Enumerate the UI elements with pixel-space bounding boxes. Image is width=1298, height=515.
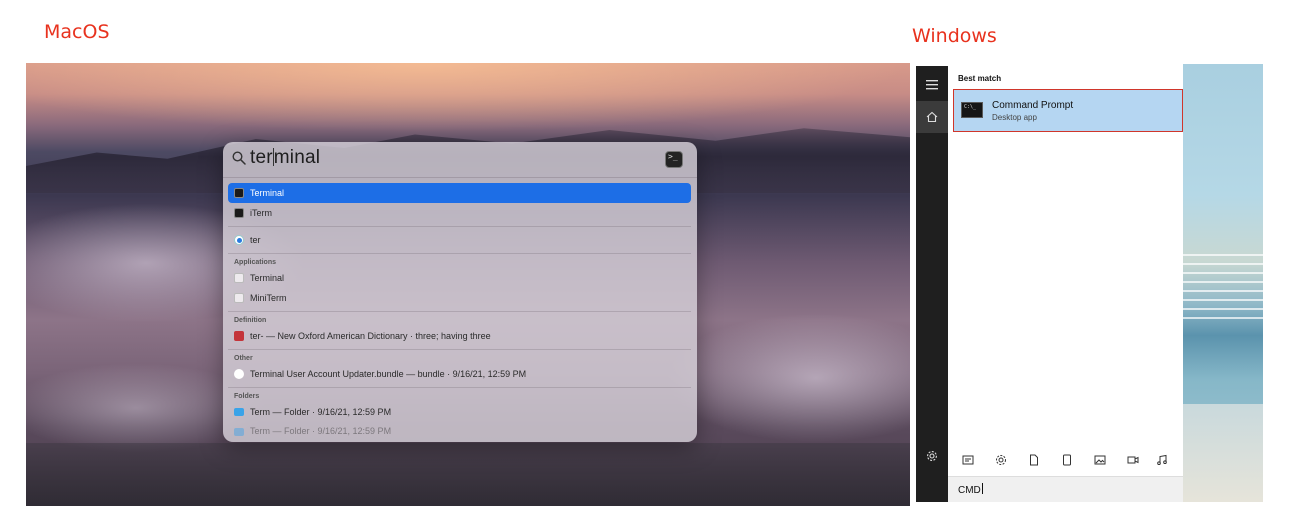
beach	[1183, 404, 1263, 502]
search-results-panel: Best match Command Prompt Desktop app CM…	[948, 66, 1183, 502]
dictionary-icon	[234, 331, 244, 341]
result-folder[interactable]: Term — Folder · 9/16/21, 12:59 PM	[228, 422, 691, 436]
folder-icon	[234, 428, 244, 436]
divider	[228, 226, 691, 227]
result-other-bundle[interactable]: Terminal User Account Updater.bundle — b…	[228, 364, 691, 384]
windows-label: Windows	[912, 25, 997, 47]
coastline	[26, 443, 910, 506]
spotlight-results: Terminal iTerm ter Applications Terminal…	[228, 183, 691, 436]
windows-start-search: Best match Command Prompt Desktop app CM…	[916, 66, 1183, 502]
result-definition[interactable]: ter- — New Oxford American Dictionary · …	[228, 326, 691, 346]
result-label: Terminal	[250, 188, 285, 198]
start-left-rail	[916, 66, 948, 502]
divider	[228, 311, 691, 312]
divider	[228, 253, 691, 254]
result-subtitle: Desktop app	[992, 113, 1037, 122]
result-label: Term — Folder · 9/16/21, 12:59 PM	[250, 407, 392, 417]
terminal-icon	[234, 188, 244, 198]
spotlight-query-input[interactable]: terminal	[250, 147, 320, 169]
result-web-suggestion[interactable]: ter	[228, 230, 691, 250]
search-input-value: CMD	[958, 483, 983, 496]
sky-glow	[26, 63, 910, 133]
result-title: Command Prompt	[992, 100, 1074, 111]
best-match-heading: Best match	[958, 74, 1002, 83]
result-label: Term — Folder · 9/16/21, 12:59 PM	[250, 426, 392, 436]
result-folder[interactable]: Term — Folder · 9/16/21, 12:59 PM	[228, 402, 691, 422]
result-terminal[interactable]: Terminal	[228, 183, 691, 203]
file-icon[interactable]	[1028, 454, 1040, 466]
command-prompt-icon	[961, 102, 983, 118]
safari-icon	[234, 235, 244, 245]
music-icon[interactable]	[1156, 454, 1168, 466]
result-label: Terminal User Account Updater.bundle — b…	[250, 369, 527, 379]
iterm-icon	[234, 208, 244, 218]
search-icon	[232, 151, 246, 165]
terminal-preview-icon	[665, 151, 683, 168]
bundle-icon	[234, 369, 244, 379]
section-header-other: Other	[234, 355, 253, 362]
macos-label: MacOS	[44, 21, 110, 43]
result-label: ter	[250, 235, 261, 245]
spotlight-panel: terminal Terminal iTerm ter Applications…	[223, 142, 697, 442]
search-filter-bar	[948, 446, 1183, 476]
hamburger-menu-icon[interactable]	[924, 78, 940, 94]
result-label: ter- — New Oxford American Dictionary · …	[250, 331, 491, 341]
search-input[interactable]: CMD	[948, 476, 1183, 502]
home-button[interactable]	[916, 101, 948, 133]
folder-icon	[234, 408, 244, 416]
result-label: iTerm	[250, 208, 272, 218]
divider	[228, 387, 691, 388]
device-icon[interactable]	[1061, 454, 1073, 466]
divider	[228, 349, 691, 350]
result-app-terminal[interactable]: Terminal	[228, 268, 691, 288]
result-command-prompt[interactable]: Command Prompt Desktop app	[953, 89, 1183, 132]
comparison-screenshot: MacOS Windows terminal Terminal iTerm	[0, 0, 1298, 515]
section-header-definition: Definition	[234, 317, 267, 324]
result-label: MiniTerm	[250, 293, 287, 303]
fog	[666, 313, 910, 443]
settings-icon[interactable]	[924, 450, 940, 466]
photos-icon[interactable]	[1094, 454, 1106, 466]
windows-desktop-wallpaper	[1183, 64, 1263, 502]
section-header-folders: Folders	[234, 393, 260, 400]
documents-icon[interactable]	[962, 454, 974, 466]
settings-icon[interactable]	[995, 454, 1007, 466]
ocean-waves	[1183, 254, 1263, 324]
spotlight-search-bar[interactable]: terminal	[223, 142, 697, 178]
home-icon	[926, 111, 938, 123]
section-header-applications: Applications	[234, 259, 277, 266]
app-icon	[234, 273, 244, 283]
app-icon	[234, 293, 244, 303]
result-label: Terminal	[250, 273, 285, 283]
result-iterm[interactable]: iTerm	[228, 203, 691, 223]
text-caret	[981, 483, 983, 494]
video-icon[interactable]	[1127, 454, 1139, 466]
result-app-miniterm[interactable]: MiniTerm	[228, 288, 691, 308]
